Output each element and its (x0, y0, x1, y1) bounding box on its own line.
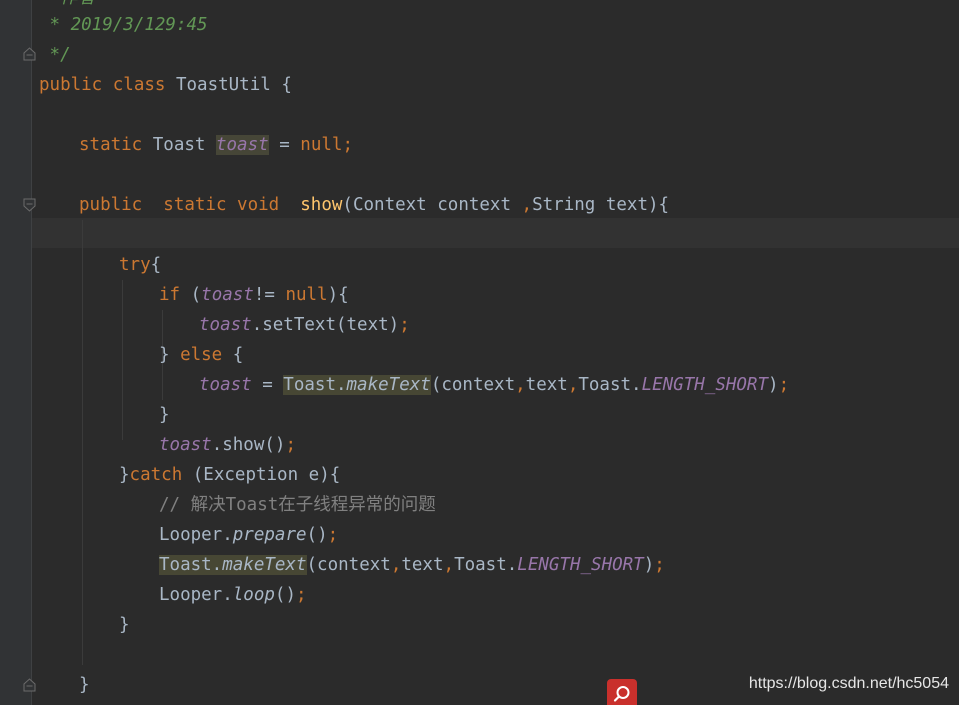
code-line-settext: toast.setText(text); (199, 310, 410, 340)
code-line-close-brace: } (159, 405, 170, 425)
keyword-catch: catch (129, 465, 193, 485)
semicolon: ; (327, 525, 339, 545)
comma: , (521, 195, 533, 215)
code-line-show: toast.show(); (159, 430, 296, 460)
constant: LENGTH_SHORT (517, 555, 644, 575)
keyword: public class (39, 75, 176, 95)
code-line-maketext-assign: toast = Toast.makeText(context,text,Toas… (199, 370, 789, 400)
class-ref: Looper. (159, 585, 233, 605)
paren: () (306, 525, 328, 545)
params: String text){ (532, 195, 670, 215)
maketext-highlight: Toast.makeText (159, 555, 307, 575)
semicolon: ; (296, 585, 307, 605)
method-name: show (300, 195, 343, 215)
maketext-highlight: Toast.makeText (283, 375, 431, 395)
args: text (401, 555, 444, 575)
fold-marker-icon[interactable] (23, 198, 36, 212)
current-line-highlight (32, 218, 959, 248)
keyword-try: try (119, 255, 151, 275)
paren: () (274, 585, 296, 605)
keyword: static (79, 135, 153, 155)
keyword-null: null (300, 135, 343, 155)
code-line-maketext: Toast.makeText(context,text,Toast.LENGTH… (159, 550, 665, 580)
static-method: makeText (346, 375, 431, 395)
doc-comment-end: */ (39, 45, 71, 65)
comma: , (567, 375, 579, 395)
constant: LENGTH_SHORT (641, 375, 769, 395)
field-toast: toast (199, 315, 252, 335)
indent-guide (82, 220, 83, 665)
field-toast: toast (199, 375, 252, 395)
line-comment: // 解决Toast在子线程异常的问题 (159, 495, 436, 515)
keyword-else: else (180, 345, 233, 365)
args: (context (306, 555, 391, 575)
code-line-else: } else { (159, 340, 243, 370)
code-line-try: try{ (119, 250, 161, 280)
code-line-field-decl: static Toast toast = null; (79, 130, 353, 160)
paren: ) (768, 375, 779, 395)
keyword-if: if (159, 285, 191, 305)
brace: } (159, 345, 181, 365)
semicolon: ; (778, 375, 790, 395)
class-ref: Toast. (578, 375, 642, 395)
semicolon: ; (285, 435, 296, 455)
editor-gutter[interactable] (0, 0, 31, 705)
code-line-loop: Looper.loop(); (159, 580, 307, 610)
code-line-close-brace: } (79, 675, 90, 695)
class-ref: Toast. (283, 375, 347, 395)
comma: , (443, 555, 455, 575)
class-ref: Toast. (159, 555, 223, 575)
operator: = (268, 135, 301, 155)
watermark-url: https://blog.csdn.net/hc5054 (748, 675, 949, 692)
keyword-null: null (285, 285, 328, 305)
args: (context (430, 375, 516, 395)
static-method: prepare (232, 525, 307, 545)
operator: = (251, 375, 284, 395)
search-button[interactable] (607, 679, 637, 705)
class-ref: Looper. (159, 525, 233, 545)
brace: } (119, 465, 130, 485)
field-toast: toast (201, 285, 254, 305)
comma: , (515, 375, 526, 395)
brace: { (150, 255, 162, 275)
code-line-class-decl: public class ToastUtil { (39, 70, 292, 100)
code-line-if: if (toast!= null){ (159, 280, 349, 310)
code-editor[interactable]: 作者 * 2019/3/129:45 */ public class Toast… (0, 0, 959, 705)
keyword: public static void (79, 195, 301, 215)
field-toast: toast (159, 435, 212, 455)
fold-marker-icon[interactable] (23, 47, 36, 61)
static-method: loop (232, 585, 275, 605)
params: (Exception e){ (192, 465, 341, 485)
comma: , (390, 555, 402, 575)
operator: != (253, 285, 286, 305)
args: text (525, 375, 568, 395)
search-icon (613, 686, 630, 702)
indent-guide (122, 280, 123, 440)
params: (Context context (342, 195, 522, 215)
code-line-prepare: Looper.prepare(); (159, 520, 338, 550)
gutter-divider (31, 0, 32, 705)
method-call: .show() (211, 435, 286, 455)
code-line-close-brace: } (119, 615, 130, 635)
semicolon: ; (654, 555, 665, 575)
code-line-catch: }catch (Exception e){ (119, 460, 340, 490)
paren: ){ (327, 285, 349, 305)
paren: ( (190, 285, 202, 305)
code-line-method-decl: public static void show(Context context … (79, 190, 669, 220)
class-ref: Toast. (454, 555, 518, 575)
fold-marker-icon[interactable] (23, 678, 36, 692)
class-name: ToastUtil { (175, 75, 292, 95)
doc-comment-line: * 2019/3/129:45 (39, 15, 208, 35)
semicolon: ; (399, 315, 410, 335)
paren: ) (643, 555, 655, 575)
brace: { (232, 345, 244, 365)
field-toast-highlighted: toast (215, 135, 269, 155)
type-name: Toast (152, 135, 216, 155)
static-method: makeText (222, 555, 307, 575)
method-call: .setText(text) (251, 315, 400, 335)
semicolon: ; (342, 135, 353, 155)
